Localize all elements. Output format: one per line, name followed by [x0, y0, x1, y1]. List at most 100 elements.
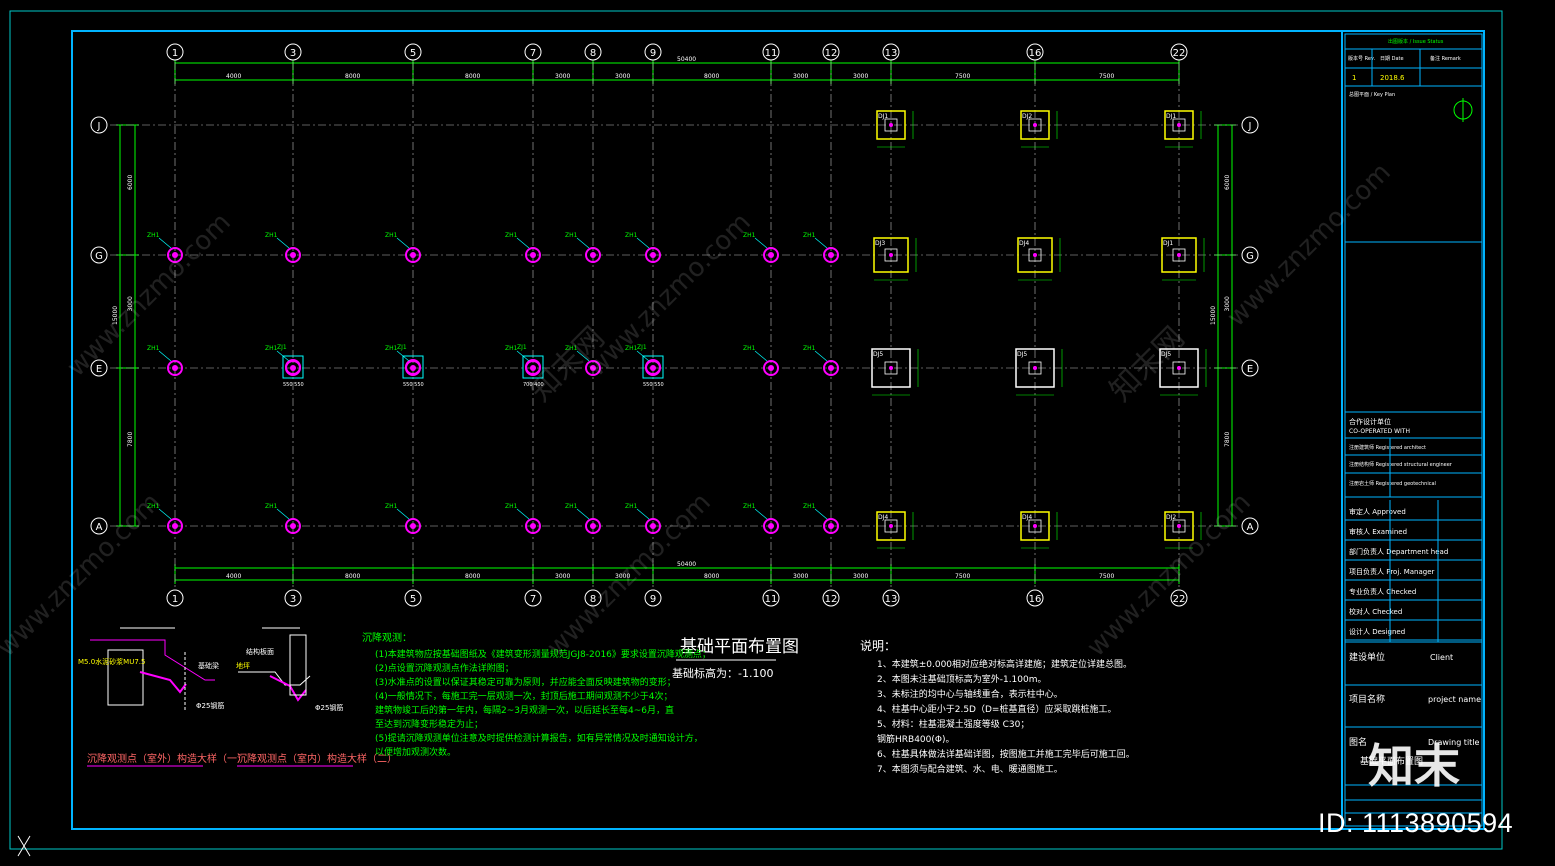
pile-label: ZH1 — [565, 232, 578, 239]
detail2-label-0: Φ25钢筋 — [315, 703, 343, 712]
dim-top-2: 8000 — [465, 73, 480, 80]
grid-bubble-16-top: 16 — [1026, 43, 1044, 61]
note-line-5: 钢筋HRB400(Φ)。 — [877, 733, 954, 745]
svg-text:DJ4: DJ4 — [1022, 514, 1032, 521]
pile-label: ZH1 — [625, 232, 638, 239]
svg-text:16: 16 — [1029, 48, 1042, 59]
svg-text:J: J — [97, 121, 101, 132]
svg-text:DJ2: DJ2 — [1166, 514, 1176, 521]
tb-rev-date: 2018.6 — [1380, 74, 1405, 82]
dim-top-3: 3000 — [555, 73, 570, 80]
grid-bubble-9-bottom: 9 — [644, 589, 662, 607]
note-line-2: 3、未标注的均中心与轴线重合，表示柱中心。 — [877, 688, 1063, 700]
grid-bubble-13-bottom: 13 — [882, 589, 900, 607]
tb-cooperation: 合作设计单位 — [1349, 417, 1391, 426]
note-line-4: 5、材料：柱基混凝土强度等级 C30； — [877, 718, 1029, 730]
detail1-label-0: M5.0水泥砂浆MU7.5 — [78, 657, 145, 666]
detail2-label-1: 结构板面 — [246, 647, 274, 656]
svg-text:DJ5: DJ5 — [1017, 351, 1027, 358]
grid-bubble-J-right: J — [1241, 116, 1259, 134]
tb-stamp-1: 注册结构师 Registered structural engineer — [1349, 461, 1453, 468]
svg-text:DJ5: DJ5 — [873, 351, 883, 358]
pile-marker: ZH1 — [147, 232, 183, 263]
svg-text:ZJ1: ZJ1 — [277, 344, 287, 351]
svg-text:22: 22 — [1173, 48, 1186, 59]
pile-marker: ZH1 — [803, 503, 839, 534]
svg-text:J: J — [1248, 121, 1252, 132]
pile-marker: ZH1 — [505, 232, 541, 263]
svg-text:8: 8 — [590, 48, 596, 59]
grid-bubble-5-bottom: 5 — [404, 589, 422, 607]
inner-frame — [71, 30, 1485, 830]
notes-heading: 说明： — [860, 638, 896, 653]
tb-rev-col-1: 日期 Date — [1380, 56, 1404, 62]
grid-bubble-22-bottom: 22 — [1170, 589, 1188, 607]
pile-marker: ZH1 — [565, 503, 601, 534]
grid-bubble-E-right: E — [1241, 359, 1259, 377]
dim-top-8: 7500 — [955, 73, 970, 80]
pile-label: ZH1 — [625, 503, 638, 510]
dim-overall-bottom: 50400 — [677, 561, 696, 568]
pile-label: ZH1 — [505, 232, 518, 239]
dim-bottom-5: 8000 — [704, 573, 719, 580]
column-footing: DJ4 — [1017, 237, 1061, 281]
svg-text:E: E — [96, 364, 102, 375]
dim-bottom-8: 7500 — [955, 573, 970, 580]
ucs-icon — [17, 835, 31, 857]
pile-label: ZH1 — [505, 345, 518, 352]
detail1-label-1: Φ25钢筋 — [196, 701, 224, 710]
dim-top-5: 8000 — [704, 73, 719, 80]
svg-text:13: 13 — [885, 594, 898, 605]
svg-text:9: 9 — [650, 48, 656, 59]
svg-text:DJ1: DJ1 — [1166, 113, 1176, 120]
grid-bubble-3-top: 3 — [284, 43, 302, 61]
svg-text:ZJ1: ZJ1 — [397, 344, 407, 351]
grid-bubble-8-top: 8 — [584, 43, 602, 61]
dim-top-0: 4000 — [226, 73, 241, 80]
pile-marker: ZH1 — [803, 232, 839, 263]
dim-left_spans-2: 7800 — [127, 432, 134, 447]
grid-bubble-5-top: 5 — [404, 43, 422, 61]
svg-text:ZJ1: ZJ1 — [517, 344, 527, 351]
grid-bubble-9-top: 9 — [644, 43, 662, 61]
grid-lines — [110, 62, 1240, 588]
note-line-6: 6、柱基具体做法详基础详图，按图施工并施工完毕后可施工回。 — [877, 748, 1135, 760]
pile-label: ZH1 — [625, 345, 638, 352]
tb-role-6: 设计人 Designed — [1349, 627, 1405, 636]
svg-text:G: G — [95, 251, 103, 262]
pile-label: ZH1 — [565, 345, 578, 352]
settlement-line-6: (5)提请沉降观测单位注意及时提供检测计算报告，如有异常情况及时通知设计方， — [375, 732, 703, 744]
svg-text:G: G — [1246, 251, 1254, 262]
pile-marker: ZH1 — [147, 345, 183, 376]
tb-project-label: 项目名称 — [1349, 693, 1385, 705]
foundation-plan-drawing: 50400 50400 4000 4000 8000 8000 8000 8000 3000 30… — [9, 10, 1503, 857]
tb-role-0: 审定人 Approved — [1349, 507, 1406, 516]
grid-bubble-8-bottom: 8 — [584, 589, 602, 607]
pile-label: ZH1 — [803, 232, 816, 239]
pile-marker: ZH1 — [625, 503, 661, 534]
svg-text:DJ3: DJ3 — [875, 240, 885, 247]
tb-stamp-0: 注册建筑师 Registered architect — [1349, 444, 1426, 451]
dim-bottom-2: 8000 — [465, 573, 480, 580]
grid-bubble-12-top: 12 — [822, 43, 840, 61]
settlement-heading: 沉降观测： — [362, 631, 412, 644]
tb-role-2: 部门负责人 Department head — [1349, 547, 1448, 556]
pile-marker: ZH1 — [505, 503, 541, 534]
pile-marker: ZH1 — [265, 503, 301, 534]
tb-rev-header: 出图版本 / Issue Status — [1388, 38, 1444, 45]
dim-bottom-7: 3000 — [853, 573, 868, 580]
svg-text:11: 11 — [765, 594, 778, 605]
settlement-line-4: 建筑物竣工后的第一年内，每隔2~3月观测一次，以后延长至每4~6月，直 — [375, 704, 674, 716]
grid-bubble-A-right: A — [1241, 517, 1259, 535]
pile-marker: ZH1 — [803, 345, 839, 376]
pile-marker: ZH1 — [565, 232, 601, 263]
pile-label: ZH1 — [743, 232, 756, 239]
dim-right_spans-1: 3000 — [1224, 296, 1231, 311]
column-footing: DJ4 — [876, 511, 914, 549]
detail1-caption: 沉降观测点（室外）构造大样（一） — [87, 752, 247, 765]
grid-bubble-11-top: 11 — [762, 43, 780, 61]
brand-logo: 知末 — [1368, 739, 1460, 793]
dim-bottom-4: 3000 — [615, 573, 630, 580]
settlement-line-3: (4)一般情况下，每施工完一层观测一次，封顶后施工期间观测不少于4次； — [375, 690, 672, 702]
footings: ZJ1 550 550 ZJ1 550 550 ZJ1 700 400 ZJ1 550 550… — [277, 110, 1207, 549]
